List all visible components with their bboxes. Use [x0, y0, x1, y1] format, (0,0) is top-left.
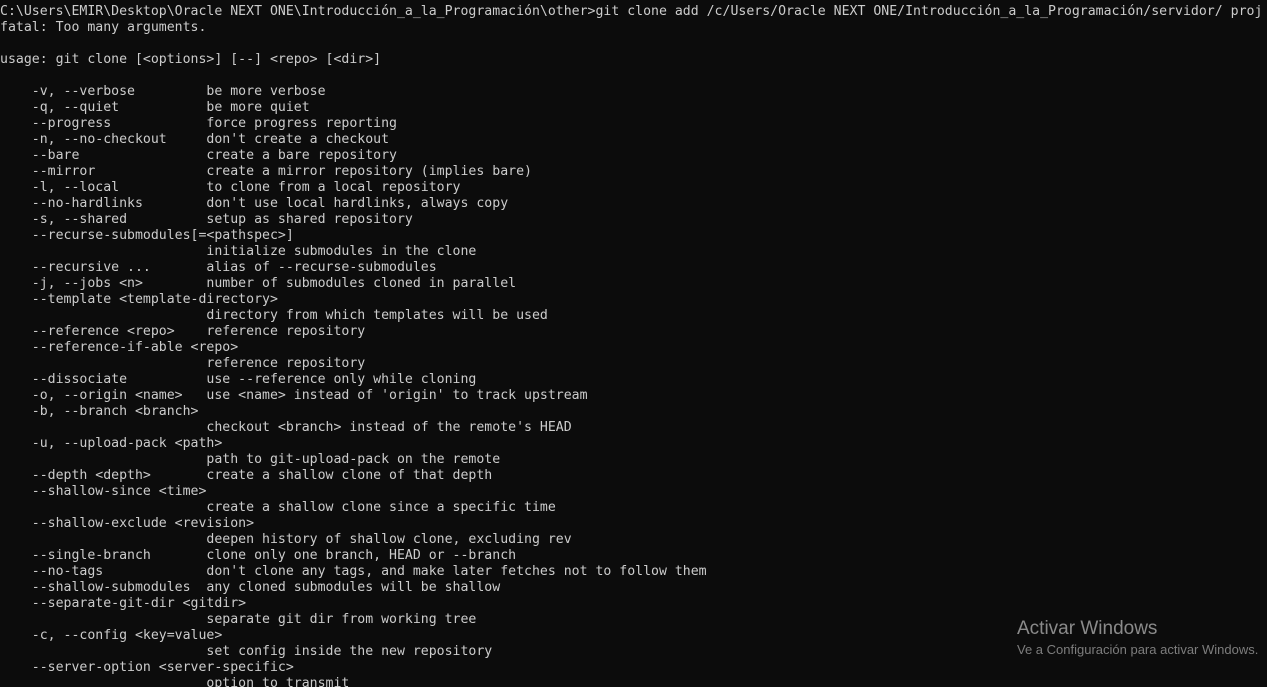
terminal-line: --recurse-submodules[=<pathspec>]	[0, 228, 294, 243]
terminal-line: --single-branch clone only one branch, H…	[0, 548, 517, 563]
terminal-line: --template <template-directory>	[0, 292, 278, 307]
terminal-line: --no-hardlinks don't use local hardlinks…	[0, 196, 509, 211]
terminal-line: create a shallow clone since a specific …	[0, 500, 556, 515]
terminal-line: -u, --upload-pack <path>	[0, 436, 223, 451]
terminal-line: directory from which templates will be u…	[0, 308, 548, 323]
terminal-line: checkout <branch> instead of the remote'…	[0, 420, 572, 435]
terminal-line: -j, --jobs <n> number of submodules clon…	[0, 276, 517, 291]
terminal-line: -s, --shared setup as shared repository	[0, 212, 413, 227]
terminal-line: set config inside the new repository	[0, 644, 493, 659]
terminal-line: -q, --quiet be more quiet	[0, 100, 310, 115]
terminal-line: -l, --local to clone from a local reposi…	[0, 180, 461, 195]
terminal-line: --recursive ... alias of --recurse-submo…	[0, 260, 437, 275]
terminal-line: --depth <depth> create a shallow clone o…	[0, 468, 493, 483]
terminal-line: --shallow-since <time>	[0, 484, 207, 499]
terminal-line: fatal: Too many arguments.	[0, 20, 207, 35]
terminal-line: deepen history of shallow clone, excludi…	[0, 532, 572, 547]
terminal-line: -b, --branch <branch>	[0, 404, 199, 419]
terminal-window[interactable]: C:\Users\EMIR\Desktop\Oracle NEXT ONE\In…	[0, 0, 1267, 687]
terminal-line: -o, --origin <name> use <name> instead o…	[0, 388, 588, 403]
terminal-line: -c, --config <key=value>	[0, 628, 223, 643]
terminal-line: --mirror create a mirror repository (imp…	[0, 164, 532, 179]
terminal-line: --bare create a bare repository	[0, 148, 397, 163]
terminal-output: C:\Users\EMIR\Desktop\Oracle NEXT ONE\In…	[0, 0, 1267, 687]
terminal-line: usage: git clone [<options>] [--] <repo>…	[0, 52, 382, 67]
terminal-line: -n, --no-checkout don't create a checkou…	[0, 132, 390, 147]
terminal-line: option to transmit	[0, 676, 350, 687]
terminal-line: initialize submodules in the clone	[0, 244, 477, 259]
terminal-line: --server-option <server-specific>	[0, 660, 294, 675]
terminal-line: --shallow-exclude <revision>	[0, 516, 255, 531]
terminal-line: --dissociate use --reference only while …	[0, 372, 477, 387]
terminal-line: -v, --verbose be more verbose	[0, 84, 326, 99]
terminal-line: path to git-upload-pack on the remote	[0, 452, 501, 467]
terminal-line: --no-tags don't clone any tags, and make…	[0, 564, 707, 579]
terminal-line: separate git dir from working tree	[0, 612, 477, 627]
terminal-line: --reference-if-able <repo>	[0, 340, 239, 355]
terminal-line: --reference <repo> reference repository	[0, 324, 366, 339]
terminal-line: --progress force progress reporting	[0, 116, 397, 131]
terminal-line: reference repository	[0, 356, 366, 371]
terminal-line: --shallow-submodules any cloned submodul…	[0, 580, 501, 595]
terminal-line: --separate-git-dir <gitdir>	[0, 596, 247, 611]
terminal-line: C:\Users\EMIR\Desktop\Oracle NEXT ONE\In…	[0, 4, 1263, 19]
